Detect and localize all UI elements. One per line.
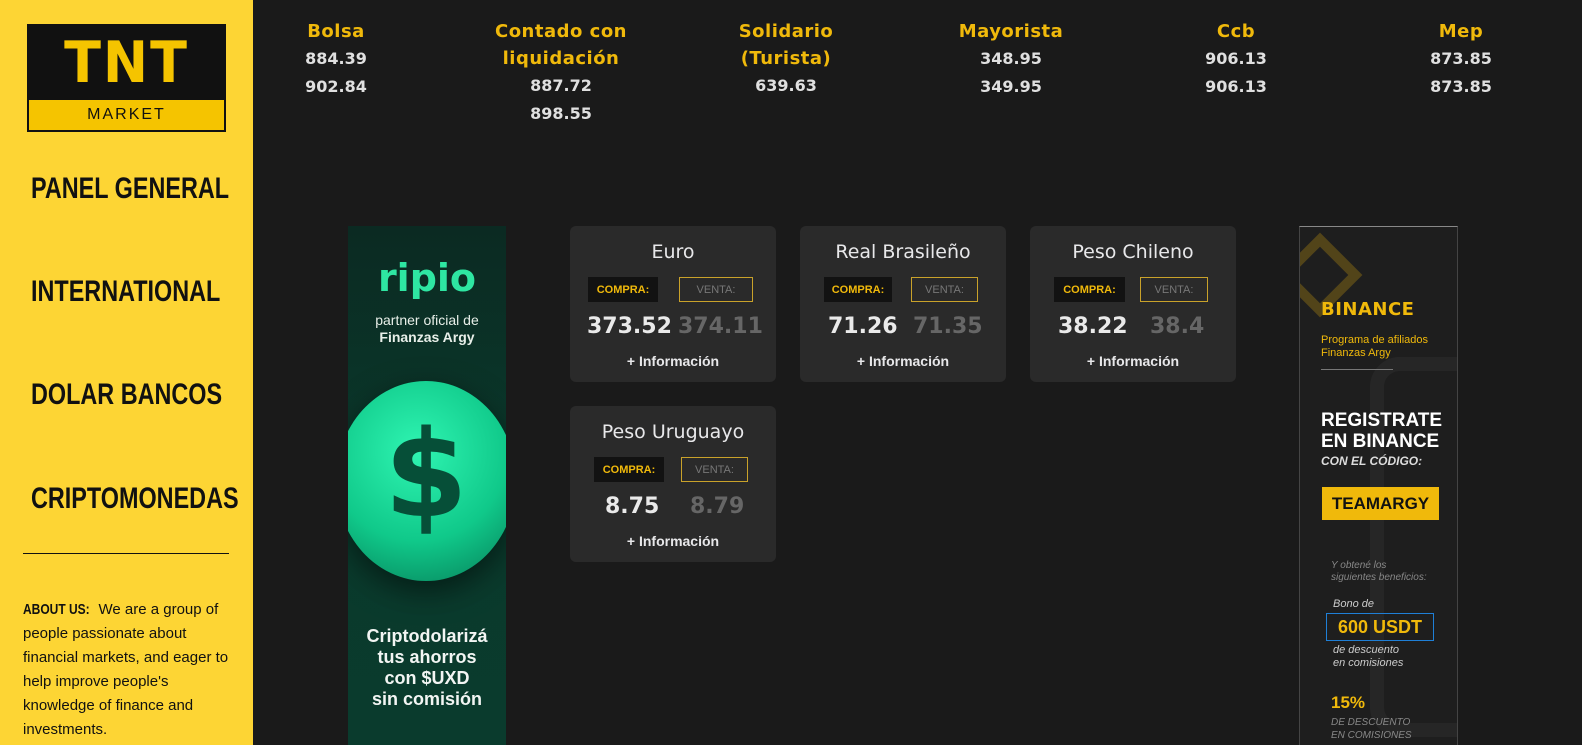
sell-label: VENTA: xyxy=(911,277,978,302)
buy-value: 373.52 xyxy=(587,314,672,339)
binance-percent-line1: DE DESCUENTO xyxy=(1331,717,1411,728)
sell-value: 71.35 xyxy=(913,314,983,339)
ticker-value-buy: 348.95 xyxy=(980,49,1042,68)
binance-usdt-badge: 600 USDT xyxy=(1326,613,1434,641)
ticker-name: Bolsa xyxy=(307,21,365,42)
ticker-value-sell: 898.55 xyxy=(530,104,592,123)
binance-register-line1: REGISTRATE xyxy=(1321,410,1443,431)
ticker-value-buy: 906.13 xyxy=(1205,49,1267,68)
binance-discount-text: de descuento en comisiones xyxy=(1333,644,1403,670)
ticker-mep: Mep 873.85 873.85 xyxy=(1411,18,1511,101)
binance-register-heading: REGISTRATE EN BINANCE xyxy=(1321,410,1442,452)
more-info-link[interactable]: + Información xyxy=(800,353,1006,369)
ticker-name-line2: liquidación xyxy=(502,48,620,69)
binance-discount-line2: en comisiones xyxy=(1333,657,1404,669)
binance-percent: 15% xyxy=(1331,693,1366,712)
ticker-value-sell: 349.95 xyxy=(980,77,1042,96)
binance-divider xyxy=(1321,369,1393,370)
buy-value: 71.26 xyxy=(828,314,898,339)
ticker-value-buy: 639.63 xyxy=(755,76,817,95)
nav-dolar-bancos[interactable]: DOLAR BANCOS xyxy=(31,378,222,412)
ticker-value-sell: 906.13 xyxy=(1205,77,1267,96)
ticker-value-sell: 873.85 xyxy=(1430,77,1492,96)
binance-discount-line1: de descuento xyxy=(1333,644,1400,656)
ticker-value-buy: 884.39 xyxy=(305,49,367,68)
ticker-name: Solidario xyxy=(738,21,834,42)
sidebar-divider xyxy=(23,553,229,554)
currency-card-peso-uruguayo: Peso Uruguayo COMPRA: VENTA: 8.75 8.79 +… xyxy=(570,406,776,562)
currency-card-euro: Euro COMPRA: VENTA: 373.52 374.11 + Info… xyxy=(570,226,776,382)
binance-benefits-intro: Y obtené los siguientes beneficios: xyxy=(1331,560,1427,584)
binance-percent-text: DE DESCUENTO EN COMISIONES xyxy=(1331,716,1412,742)
binance-ad-banner[interactable]: BINANCE Programa de afiliados Finanzas A… xyxy=(1299,226,1458,745)
buy-label: COMPRA: xyxy=(594,457,664,482)
currency-title: Peso Uruguayo xyxy=(601,421,745,443)
ticker-value-buy: 873.85 xyxy=(1430,49,1492,68)
ticker-value-buy: 887.72 xyxy=(530,76,592,95)
buy-value: 8.75 xyxy=(605,494,660,519)
nav-international[interactable]: INTERNATIONAL xyxy=(31,275,220,309)
logo-subtitle: MARKET xyxy=(29,98,224,130)
about-us-label: ABOUT US: xyxy=(23,601,90,618)
sell-label: VENTA: xyxy=(679,277,753,302)
logo-wordmark: TNT xyxy=(64,28,189,96)
binance-benefits-line1: Y obtené los xyxy=(1331,560,1387,571)
ticker-name: Contado con xyxy=(494,21,627,42)
ripio-ad-banner[interactable]: ripio partner oficial de Finanzas Argy $… xyxy=(348,226,506,745)
binance-code-label: CON EL CÓDIGO: xyxy=(1321,454,1423,468)
binance-referral-code[interactable]: TEAMARGY xyxy=(1322,487,1439,520)
buy-label: COMPRA: xyxy=(1054,277,1125,302)
ripio-cta-line1: Criptodolarizá xyxy=(366,626,488,646)
binance-benefits-line2: siguientes beneficios: xyxy=(1331,572,1427,583)
ticker-name: Mep xyxy=(1438,21,1484,42)
sidebar: TNT MARKET PANEL GENERAL INTERNATIONAL D… xyxy=(0,0,253,745)
sell-value: 38.4 xyxy=(1150,314,1205,339)
ripio-partner-text: partner oficial de Finanzas Argy xyxy=(348,312,506,346)
tnt-market-logo[interactable]: TNT MARKET xyxy=(27,24,226,132)
ticker-ccl: Contado con liquidación 887.72 898.55 xyxy=(481,18,641,128)
ripio-cta-line3: con $UXD xyxy=(384,668,470,688)
coin-symbol: $ xyxy=(384,406,468,545)
sell-value: 374.11 xyxy=(678,314,763,339)
ripio-cta-line2: tus ahorros xyxy=(377,647,477,667)
ticker-bolsa: Bolsa 884.39 902.84 xyxy=(286,18,386,101)
ripio-partner-line2: Finanzas Argy xyxy=(379,329,475,345)
more-info-link[interactable]: + Información xyxy=(570,353,776,369)
currency-card-real: Real Brasileño COMPRA: VENTA: 71.26 71.3… xyxy=(800,226,1006,382)
ripio-cta-line4: sin comisión xyxy=(371,689,483,709)
sell-value: 8.79 xyxy=(690,494,745,519)
buy-label: COMPRA: xyxy=(824,277,892,302)
ticker-mayorista: Mayorista 348.95 349.95 xyxy=(951,18,1071,101)
ticker-ccb: Ccb 906.13 906.13 xyxy=(1186,18,1286,101)
binance-bonus-label: Bono de xyxy=(1333,598,1374,610)
nav-panel-general[interactable]: PANEL GENERAL xyxy=(31,172,229,206)
nav-criptomonedas[interactable]: CRIPTOMONEDAS xyxy=(31,482,239,516)
currency-title: Peso Chileno xyxy=(1072,241,1194,263)
binance-percent-line2: EN COMISIONES xyxy=(1331,730,1412,741)
binance-title: BINANCE xyxy=(1321,299,1415,320)
currency-title: Euro xyxy=(651,241,695,263)
currency-card-peso-chileno: Peso Chileno COMPRA: VENTA: 38.22 38.4 +… xyxy=(1030,226,1236,382)
ticker-value-sell: 902.84 xyxy=(305,77,367,96)
binance-program-line1: Programa de afiliados xyxy=(1321,334,1429,346)
sell-label: VENTA: xyxy=(681,457,748,482)
binance-program-text: Programa de afiliados Finanzas Argy xyxy=(1321,334,1428,360)
dollar-coin-icon: $ xyxy=(348,381,506,581)
ticker-name-line2: (Turista) xyxy=(740,48,832,69)
ticker-solidario: Solidario (Turista) 639.63 xyxy=(726,18,846,100)
ripio-partner-line1: partner oficial de xyxy=(375,312,479,328)
sell-label: VENTA: xyxy=(1140,277,1208,302)
ripio-logo: ripio xyxy=(377,256,477,300)
buy-label: COMPRA: xyxy=(588,277,658,302)
buy-value: 38.22 xyxy=(1058,314,1128,339)
ticker-name: Ccb xyxy=(1216,21,1256,42)
binance-program-line2: Finanzas Argy xyxy=(1321,347,1391,359)
more-info-link[interactable]: + Información xyxy=(1030,353,1236,369)
more-info-link[interactable]: + Información xyxy=(570,533,776,549)
ripio-cta-text: Criptodolarizá tus ahorros con $UXD sin … xyxy=(348,626,506,710)
about-us: ABOUT US: We are a group of people passi… xyxy=(23,598,233,742)
binance-register-line2: EN BINANCE xyxy=(1321,431,1440,452)
ticker-name: Mayorista xyxy=(958,21,1064,42)
currency-title: Real Brasileño xyxy=(835,241,971,263)
